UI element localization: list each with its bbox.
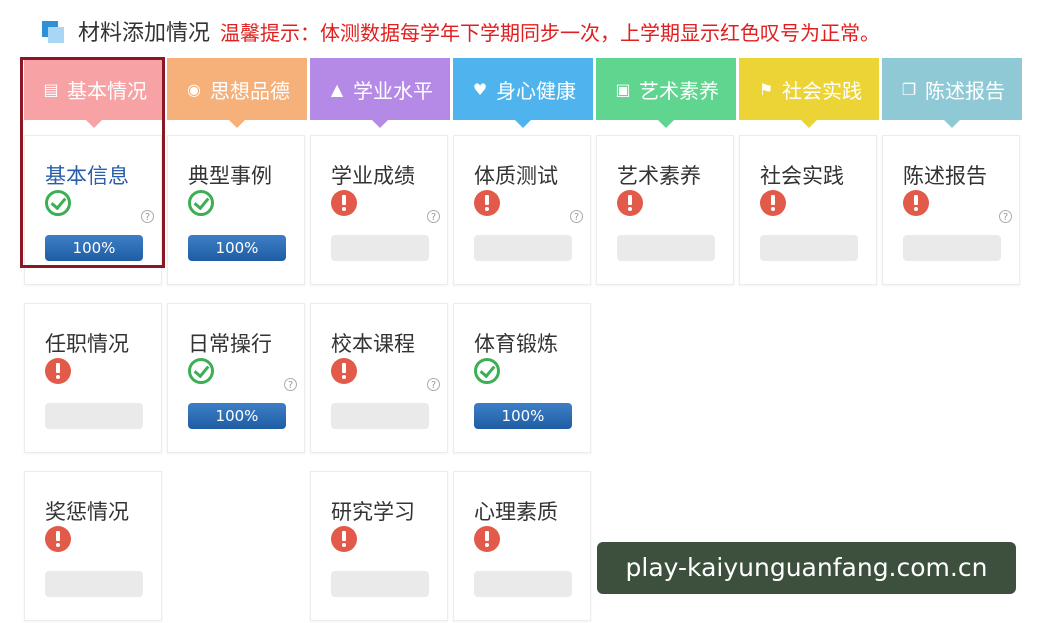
check-circle-icon [188,358,214,384]
card-title: 社会实践 [760,164,844,188]
flag-icon: ⚑ [758,79,774,99]
material-card[interactable]: 奖惩情况 [24,471,162,621]
card-title: 研究学习 [331,500,415,524]
tab-5[interactable]: ▣ 艺术素养 [596,58,736,128]
exclamation-circle-icon [617,190,643,216]
copy-icon: ❐ [901,79,917,99]
check-circle-icon [188,190,214,216]
material-card[interactable]: 学业成绩? [310,135,448,285]
progress-bar: 100% [188,235,286,261]
check-circle-icon [45,190,71,216]
progress-bar [474,571,572,597]
tab-3[interactable]: ▲ 学业水平 [310,58,450,128]
card-title: 心理素质 [474,500,558,524]
progress-bar [331,571,429,597]
tab-pointer [514,119,532,128]
material-card[interactable]: 社会实践 [739,135,877,285]
progress-bar [45,571,143,597]
card-title: 体质测试 [474,164,558,188]
progress-bar [903,235,1001,261]
progress-bar [474,235,572,261]
progress-bar [617,235,715,261]
exclamation-circle-icon [45,526,71,552]
progress-bar [45,403,143,429]
progress-bar: 100% [474,403,572,429]
progress-bar [331,235,429,261]
tab-label: 艺术素养 [639,78,719,103]
exclamation-circle-icon [474,190,500,216]
card-title: 奖惩情况 [45,500,129,524]
card-title: 校本课程 [331,332,415,356]
exclamation-circle-icon [474,526,500,552]
exclamation-circle-icon [331,526,357,552]
help-icon[interactable]: ? [427,210,440,223]
tab-pointer [657,119,675,128]
section-header: 材料添加情况 温馨提示：体测数据每学年下学期同步一次，上学期显示红色叹号为正常。 [40,14,880,48]
material-card[interactable]: 体质测试? [453,135,591,285]
lifebuoy-icon: ◉ [187,79,201,99]
exclamation-circle-icon [331,358,357,384]
card-title: 学业成绩 [331,164,415,188]
tab-label: 学业水平 [353,78,433,103]
tip-text: 温馨提示：体测数据每学年下学期同步一次，上学期显示红色叹号为正常。 [220,20,881,45]
material-card[interactable]: 任职情况 [24,303,162,453]
tab-4[interactable]: ♥ 身心健康 [453,58,593,128]
progress-label: 100% [72,239,116,257]
material-card[interactable]: 基本信息? 100% [24,135,162,285]
help-icon[interactable]: ? [999,210,1012,223]
card-title: 典型事例 [188,164,272,188]
progress-bar [331,403,429,429]
exclamation-circle-icon [760,190,786,216]
card-title: 日常操行 [188,332,272,356]
tab-label: 身心健康 [496,78,576,103]
card-title: 体育锻炼 [474,332,558,356]
material-card[interactable]: 艺术素养 [596,135,734,285]
tab-pointer [228,119,246,128]
tab-pointer [800,119,818,128]
material-card[interactable]: 典型事例 100% [167,135,305,285]
tab-label: 思想品德 [210,78,290,103]
tab-label: 陈述报告 [925,78,1005,103]
check-circle-icon [474,358,500,384]
exclamation-circle-icon [903,190,929,216]
card-title: 陈述报告 [903,164,987,188]
material-card[interactable]: 校本课程? [310,303,448,453]
exclamation-circle-icon [331,190,357,216]
section-title: 材料添加情况 [78,21,211,46]
tab-pointer [85,119,103,128]
material-card[interactable]: 研究学习 [310,471,448,621]
document-icon: ▤ [43,79,59,99]
watermark: play-kaiyunguanfang.com.cn [597,542,1016,594]
heartbeat-icon: ♥ [472,79,488,99]
tab-6[interactable]: ⚑ 社会实践 [739,58,879,128]
graduation-cap-icon: ▲ [330,79,344,99]
tab-pointer [371,119,389,128]
progress-bar: 100% [188,403,286,429]
help-icon[interactable]: ? [141,210,154,223]
tab-pointer [943,119,961,128]
tab-label: 基本情况 [67,78,147,103]
material-card[interactable]: 日常操行? 100% [167,303,305,453]
material-card[interactable]: 体育锻炼 100% [453,303,591,453]
tab-label: 社会实践 [782,78,862,103]
help-icon[interactable]: ? [284,378,297,391]
section-icon [40,19,64,43]
card-title: 任职情况 [45,332,129,356]
tab-7[interactable]: ❐ 陈述报告 [882,58,1022,128]
progress-label: 100% [215,239,259,257]
exclamation-circle-icon [45,358,71,384]
help-icon[interactable]: ? [570,210,583,223]
card-title: 基本信息 [45,164,129,188]
tab-2[interactable]: ◉ 思想品德 [167,58,307,128]
progress-bar [760,235,858,261]
progress-bar: 100% [45,235,143,261]
progress-label: 100% [215,407,259,425]
progress-label: 100% [501,407,545,425]
picture-icon: ▣ [615,79,631,99]
material-card[interactable]: 陈述报告? [882,135,1020,285]
card-title: 艺术素养 [617,164,701,188]
tab-1[interactable]: ▤ 基本情况 [24,58,164,128]
material-card[interactable]: 心理素质 [453,471,591,621]
help-icon[interactable]: ? [427,378,440,391]
